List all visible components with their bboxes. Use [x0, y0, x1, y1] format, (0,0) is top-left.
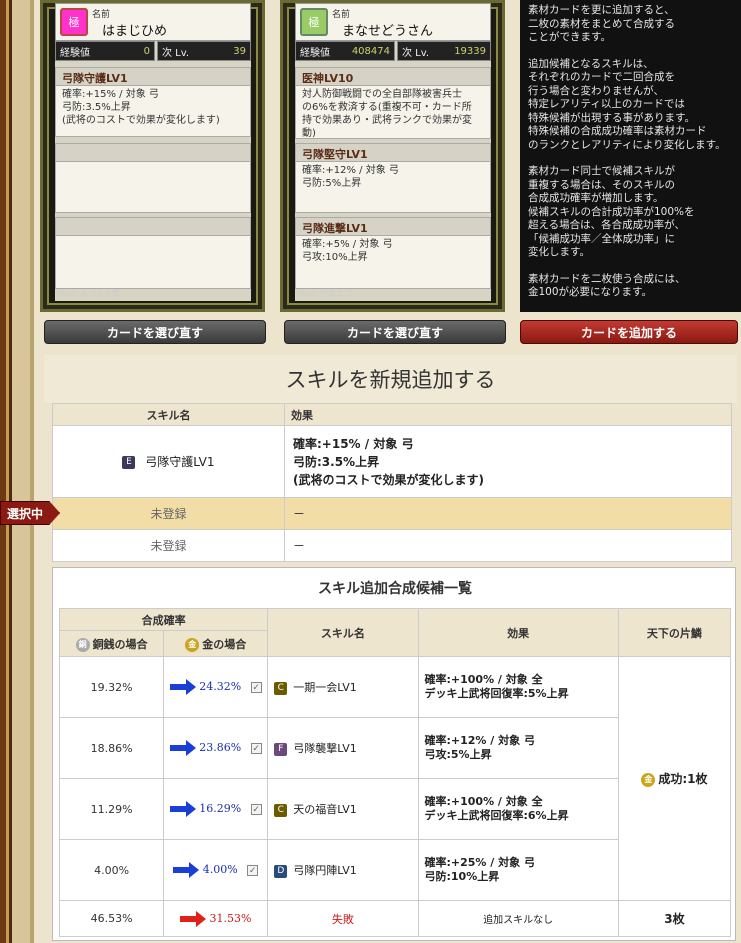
copper-coin-icon: 銅 — [75, 637, 90, 652]
rank-c-icon: C — [274, 803, 288, 817]
left-card-header: 極 名前 はまじひめ — [55, 3, 251, 41]
new-skill-table: スキル名 効果 E 弓隊守護LV1 確率:+15% / 対象 弓 弓防:3.5%… — [52, 403, 732, 562]
add-card-button[interactable]: カードを追加する — [520, 320, 738, 344]
checkbox[interactable]: ✓ — [250, 803, 262, 815]
rank-f-icon: F — [274, 742, 288, 756]
skill-slot-3 — [55, 217, 251, 289]
fail-row: 46.53% 31.53% 失敗 追加スキルなし 3枚 — [58, 900, 732, 937]
reselect-card-button-1[interactable]: カードを選び直す — [44, 320, 266, 344]
candidates-panel: スキル追加合成候補一覧 合成確率 スキル名 効果 天下の片鱗 銅銅銭の場合 金金… — [52, 567, 736, 941]
checkbox[interactable]: ✓ — [250, 742, 262, 754]
next-level-box: 次 Lv. 19339 — [397, 41, 491, 61]
exp-box: 経験値 0 — [55, 41, 155, 61]
skill-row: E 弓隊守護LV1 確率:+15% / 対象 弓 弓防:3.5%上昇 (武将のコ… — [52, 425, 732, 498]
selected-tag: 選択中 — [0, 501, 60, 525]
card-name: まなせどうさん — [342, 24, 434, 39]
candidates-table: 合成確率 スキル名 効果 天下の片鱗 銅銅銭の場合 金金の場合 19.32% 2… — [58, 608, 732, 937]
section-title: スキルを新規追加する — [44, 355, 737, 403]
right-card: 極 名前 まなせどうさん 経験値 408474 次 Lv. 19339 医神LV… — [280, 0, 505, 312]
illust-credit: Illust:みつなり郁 — [58, 289, 120, 298]
checkbox[interactable]: ✓ — [250, 681, 262, 693]
candidates-title: スキル追加合成候補一覧 — [318, 581, 472, 597]
reselect-card-button-2[interactable]: カードを選び直す — [284, 320, 506, 344]
exp-box: 経験値 408474 — [295, 41, 395, 61]
skill-slot-1: 弓隊守護LV1 確率:+15% / 対象 弓 弓防:3.5%上昇 (武将のコスト… — [55, 67, 251, 137]
candidate-row: 19.32% 24.32% ✓ C 一期一会LV1 確率:+100% / 対象 全… — [58, 656, 732, 901]
gold-coin-icon: 金 — [185, 637, 200, 652]
rarity-badge: 極 — [300, 8, 328, 36]
arrow-right-icon — [173, 862, 200, 878]
gold-coin-icon: 金 — [641, 772, 656, 787]
rank-e-icon: E — [122, 456, 136, 469]
description-panel: 素材カードを更に追加すると、 二枚の素材をまとめて合成する ことができます。 追… — [520, 0, 741, 312]
arrow-right-icon — [169, 740, 196, 756]
name-label: 名前 — [92, 10, 111, 20]
left-decorative-border — [0, 0, 34, 943]
skill-slot-1: 医神LV10 対人防御戦闘での全自部隊被害兵士 の6%を救済する(重複不可・カー… — [295, 67, 491, 139]
rank-d-icon: D — [274, 864, 288, 878]
name-label: 名前 — [332, 10, 351, 20]
arrow-right-icon — [169, 679, 196, 695]
skill-row[interactable]: 未登録 － — [52, 529, 732, 562]
arrow-right-icon — [179, 910, 206, 927]
card-name: はまじひめ — [102, 24, 168, 39]
skill-row-selected[interactable]: 未登録 － — [52, 497, 732, 530]
rank-c-icon: C — [274, 681, 288, 695]
next-level-box: 次 Lv. 39 — [157, 41, 251, 61]
left-card: 極 名前 はまじひめ 経験値 0 次 Lv. 39 弓隊守護LV1 確率:+15… — [40, 0, 265, 312]
rarity-badge: 極 — [60, 8, 88, 36]
checkbox[interactable]: ✓ — [247, 864, 259, 876]
col-skill-name: スキル名 — [52, 403, 285, 426]
skill-slot-2 — [55, 143, 251, 213]
skill-slot-2: 弓隊堅守LV1 確率:+12% / 対象 弓 弓防:5%上昇 — [295, 143, 491, 213]
right-card-header: 極 名前 まなせどうさん — [295, 3, 491, 41]
illust-credit: Illust:小森ニコ — [298, 289, 352, 298]
col-effect: 効果 — [284, 403, 732, 426]
skill-slot-3: 弓隊進撃LV1 確率:+5% / 対象 弓 弓攻:10%上昇 — [295, 217, 491, 289]
arrow-right-icon — [169, 801, 196, 817]
